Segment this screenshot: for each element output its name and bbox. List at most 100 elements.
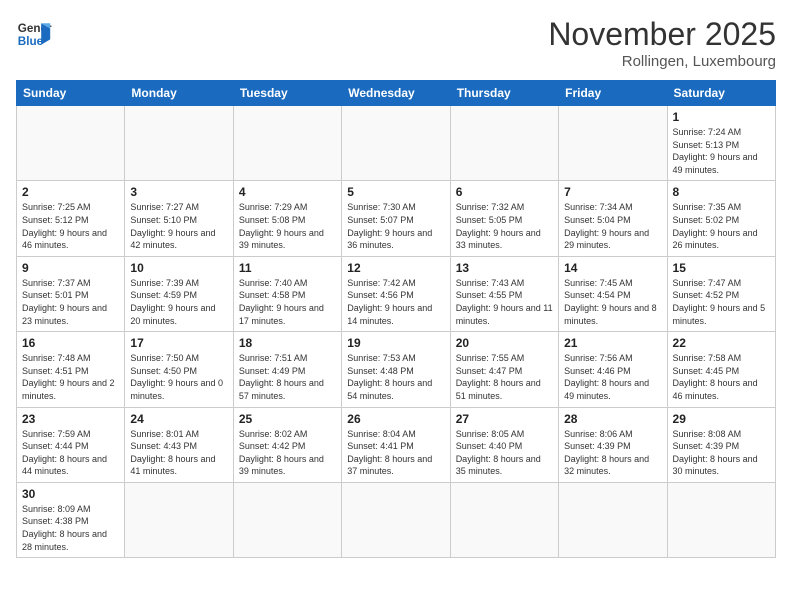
day-cell — [342, 482, 450, 557]
day-number: 4 — [239, 185, 336, 199]
day-number: 30 — [22, 487, 119, 501]
day-number: 20 — [456, 336, 553, 350]
day-info: Sunrise: 8:02 AM Sunset: 4:42 PM Dayligh… — [239, 428, 336, 478]
day-number: 11 — [239, 261, 336, 275]
day-info: Sunrise: 7:40 AM Sunset: 4:58 PM Dayligh… — [239, 277, 336, 327]
day-number: 29 — [673, 412, 770, 426]
day-number: 8 — [673, 185, 770, 199]
day-info: Sunrise: 7:32 AM Sunset: 5:05 PM Dayligh… — [456, 201, 553, 251]
day-number: 26 — [347, 412, 444, 426]
day-info: Sunrise: 7:50 AM Sunset: 4:50 PM Dayligh… — [130, 352, 227, 402]
day-info: Sunrise: 8:01 AM Sunset: 4:43 PM Dayligh… — [130, 428, 227, 478]
day-number: 6 — [456, 185, 553, 199]
day-info: Sunrise: 7:45 AM Sunset: 4:54 PM Dayligh… — [564, 277, 661, 327]
day-cell: 12 Sunrise: 7:42 AM Sunset: 4:56 PM Dayli… — [342, 256, 450, 331]
day-number: 2 — [22, 185, 119, 199]
day-info: Sunrise: 7:30 AM Sunset: 5:07 PM Dayligh… — [347, 201, 444, 251]
day-info: Sunrise: 7:42 AM Sunset: 4:56 PM Dayligh… — [347, 277, 444, 327]
day-cell: 15Sunrise: 7:47 AM Sunset: 4:52 PM Dayli… — [667, 256, 775, 331]
day-cell — [342, 106, 450, 181]
day-number: 14 — [564, 261, 661, 275]
day-cell: 7 Sunrise: 7:34 AM Sunset: 5:04 PM Daylig… — [559, 181, 667, 256]
day-number: 28 — [564, 412, 661, 426]
day-info: Sunrise: 7:53 AM Sunset: 4:48 PM Dayligh… — [347, 352, 444, 402]
month-title: November 2025 — [548, 16, 776, 53]
day-cell: 25Sunrise: 8:02 AM Sunset: 4:42 PM Dayli… — [233, 407, 341, 482]
day-info: Sunrise: 7:34 AM Sunset: 5:04 PM Dayligh… — [564, 201, 661, 251]
day-info: Sunrise: 7:43 AM Sunset: 4:55 PM Dayligh… — [456, 277, 553, 327]
day-info: Sunrise: 7:37 AM Sunset: 5:01 PM Dayligh… — [22, 277, 119, 327]
day-info: Sunrise: 7:48 AM Sunset: 4:51 PM Dayligh… — [22, 352, 119, 402]
day-number: 16 — [22, 336, 119, 350]
weekday-header-tuesday: Tuesday — [233, 81, 341, 106]
day-cell: 1 Sunrise: 7:24 AM Sunset: 5:13 PM Daylig… — [667, 106, 775, 181]
day-cell — [125, 106, 233, 181]
day-info: Sunrise: 7:25 AM Sunset: 5:12 PM Dayligh… — [22, 201, 119, 251]
day-number: 5 — [347, 185, 444, 199]
day-cell: 19 Sunrise: 7:53 AM Sunset: 4:48 PM Dayli… — [342, 332, 450, 407]
day-number: 3 — [130, 185, 227, 199]
day-info: Sunrise: 7:29 AM Sunset: 5:08 PM Dayligh… — [239, 201, 336, 251]
day-cell — [233, 482, 341, 557]
weekday-header-sunday: Sunday — [17, 81, 125, 106]
calendar-table: SundayMondayTuesdayWednesdayThursdayFrid… — [16, 80, 776, 558]
day-info: Sunrise: 7:24 AM Sunset: 5:13 PM Dayligh… — [673, 126, 770, 176]
weekday-header-wednesday: Wednesday — [342, 81, 450, 106]
day-number: 27 — [456, 412, 553, 426]
day-cell — [559, 482, 667, 557]
week-row-4: 16 Sunrise: 7:48 AM Sunset: 4:51 PM Dayli… — [17, 332, 776, 407]
day-info: Sunrise: 8:05 AM Sunset: 4:40 PM Dayligh… — [456, 428, 553, 478]
day-number: 10 — [130, 261, 227, 275]
day-number: 7 — [564, 185, 661, 199]
logo-icon: General Blue — [16, 16, 52, 52]
day-number: 17 — [130, 336, 227, 350]
week-row-3: 9 Sunrise: 7:37 AM Sunset: 5:01 PM Daylig… — [17, 256, 776, 331]
week-row-5: 23Sunrise: 7:59 AM Sunset: 4:44 PM Dayli… — [17, 407, 776, 482]
day-info: Sunrise: 7:51 AM Sunset: 4:49 PM Dayligh… — [239, 352, 336, 402]
day-cell: 8Sunrise: 7:35 AM Sunset: 5:02 PM Daylig… — [667, 181, 775, 256]
day-number: 12 — [347, 261, 444, 275]
page-header: General Blue November 2025 Rollingen, Lu… — [16, 16, 776, 70]
day-number: 19 — [347, 336, 444, 350]
day-info: Sunrise: 7:27 AM Sunset: 5:10 PM Dayligh… — [130, 201, 227, 251]
day-cell: 11 Sunrise: 7:40 AM Sunset: 4:58 PM Dayli… — [233, 256, 341, 331]
day-number: 22 — [673, 336, 770, 350]
day-cell — [450, 106, 558, 181]
day-cell: 29Sunrise: 8:08 AM Sunset: 4:39 PM Dayli… — [667, 407, 775, 482]
weekday-header-thursday: Thursday — [450, 81, 558, 106]
weekday-header-monday: Monday — [125, 81, 233, 106]
week-row-2: 2 Sunrise: 7:25 AM Sunset: 5:12 PM Daylig… — [17, 181, 776, 256]
day-cell: 28 Sunrise: 8:06 AM Sunset: 4:39 PM Dayli… — [559, 407, 667, 482]
day-number: 1 — [673, 110, 770, 124]
day-cell: 24 Sunrise: 8:01 AM Sunset: 4:43 PM Dayli… — [125, 407, 233, 482]
day-info: Sunrise: 7:59 AM Sunset: 4:44 PM Dayligh… — [22, 428, 119, 478]
day-number: 24 — [130, 412, 227, 426]
day-cell: 18Sunrise: 7:51 AM Sunset: 4:49 PM Dayli… — [233, 332, 341, 407]
day-info: Sunrise: 7:58 AM Sunset: 4:45 PM Dayligh… — [673, 352, 770, 402]
day-cell: 5 Sunrise: 7:30 AM Sunset: 5:07 PM Daylig… — [342, 181, 450, 256]
day-number: 9 — [22, 261, 119, 275]
day-cell: 22 Sunrise: 7:58 AM Sunset: 4:45 PM Dayli… — [667, 332, 775, 407]
week-row-6: 30 Sunrise: 8:09 AM Sunset: 4:38 PM Dayli… — [17, 482, 776, 557]
day-info: Sunrise: 8:06 AM Sunset: 4:39 PM Dayligh… — [564, 428, 661, 478]
day-info: Sunrise: 7:55 AM Sunset: 4:47 PM Dayligh… — [456, 352, 553, 402]
day-cell: 21Sunrise: 7:56 AM Sunset: 4:46 PM Dayli… — [559, 332, 667, 407]
day-cell: 14 Sunrise: 7:45 AM Sunset: 4:54 PM Dayli… — [559, 256, 667, 331]
day-info: Sunrise: 7:39 AM Sunset: 4:59 PM Dayligh… — [130, 277, 227, 327]
week-row-1: 1 Sunrise: 7:24 AM Sunset: 5:13 PM Daylig… — [17, 106, 776, 181]
day-cell — [17, 106, 125, 181]
day-cell — [667, 482, 775, 557]
day-info: Sunrise: 7:47 AM Sunset: 4:52 PM Dayligh… — [673, 277, 770, 327]
day-info: Sunrise: 8:09 AM Sunset: 4:38 PM Dayligh… — [22, 503, 119, 553]
day-cell: 20 Sunrise: 7:55 AM Sunset: 4:47 PM Dayli… — [450, 332, 558, 407]
day-info: Sunrise: 8:04 AM Sunset: 4:41 PM Dayligh… — [347, 428, 444, 478]
logo: General Blue — [16, 16, 52, 52]
day-cell: 16 Sunrise: 7:48 AM Sunset: 4:51 PM Dayli… — [17, 332, 125, 407]
title-block: November 2025 Rollingen, Luxembourg — [548, 16, 776, 70]
day-cell: 6 Sunrise: 7:32 AM Sunset: 5:05 PM Daylig… — [450, 181, 558, 256]
day-cell — [233, 106, 341, 181]
day-number: 21 — [564, 336, 661, 350]
weekday-header-friday: Friday — [559, 81, 667, 106]
day-number: 13 — [456, 261, 553, 275]
day-cell — [450, 482, 558, 557]
